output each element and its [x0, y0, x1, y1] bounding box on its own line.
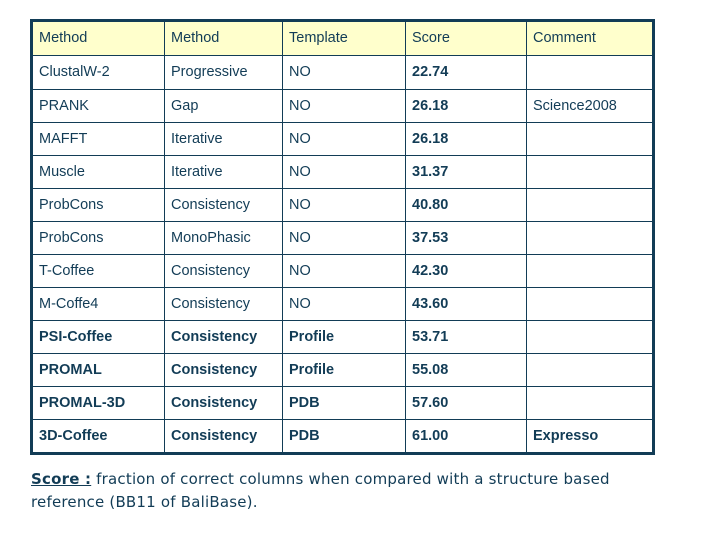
cell-method-type: Iterative: [164, 155, 283, 189]
cell-method-type: Consistency: [164, 320, 283, 354]
cell-template: NO: [282, 188, 406, 222]
cell-method-type: Consistency: [164, 287, 283, 321]
cell-score: 57.60: [405, 386, 527, 420]
cell-template: Profile: [282, 320, 406, 354]
cell-comment: [526, 320, 654, 354]
table-row: ProbCons Consistency NO 40.80: [31, 188, 654, 222]
cell-method-name: 3D-Coffee: [31, 419, 165, 454]
table-header: Method Method Template Score Comment: [31, 20, 654, 56]
cell-score: 22.74: [405, 55, 527, 90]
cell-template: PDB: [282, 386, 406, 420]
table-row: ProbCons MonoPhasic NO 37.53: [31, 221, 654, 255]
cell-method-name: PROMAL: [31, 353, 165, 387]
cell-method-type: Consistency: [164, 254, 283, 288]
cell-method-type: Consistency: [164, 188, 283, 222]
cell-method-type: Consistency: [164, 353, 283, 387]
table-row: 3D-Coffee Consistency PDB 61.00 Expresso: [31, 419, 654, 454]
column-header-method-type: Method: [164, 20, 283, 56]
cell-comment: [526, 386, 654, 420]
cell-comment: [526, 122, 654, 156]
column-header-method-name: Method: [31, 20, 165, 56]
cell-score: 40.80: [405, 188, 527, 222]
cell-template: NO: [282, 155, 406, 189]
cell-method-name: ProbCons: [31, 188, 165, 222]
cell-template: NO: [282, 89, 406, 123]
table-row: Muscle Iterative NO 31.37: [31, 155, 654, 189]
cell-template: Profile: [282, 353, 406, 387]
cell-score: 26.18: [405, 122, 527, 156]
cell-method-name: ProbCons: [31, 221, 165, 255]
cell-score: 37.53: [405, 221, 527, 255]
cell-comment: [526, 155, 654, 189]
cell-method-type: Consistency: [164, 419, 283, 454]
table-row: MAFFT Iterative NO 26.18: [31, 122, 654, 156]
cell-score: 31.37: [405, 155, 527, 189]
alignment-methods-table: Method Method Template Score Comment Clu…: [30, 19, 655, 455]
cell-template: NO: [282, 287, 406, 321]
cell-method-name: PROMAL-3D: [31, 386, 165, 420]
cell-score: 43.60: [405, 287, 527, 321]
cell-method-type: Progressive: [164, 55, 283, 90]
cell-method-type: Gap: [164, 89, 283, 123]
table-row: PROMAL-3D Consistency PDB 57.60: [31, 386, 654, 420]
cell-template: NO: [282, 221, 406, 255]
table-row: ClustalW-2 Progressive NO 22.74: [31, 55, 654, 90]
cell-template: NO: [282, 55, 406, 90]
cell-score: 42.30: [405, 254, 527, 288]
cell-comment: Expresso: [526, 419, 654, 454]
cell-template: NO: [282, 122, 406, 156]
cell-comment: [526, 55, 654, 90]
table-row: PROMAL Consistency Profile 55.08: [31, 353, 654, 387]
cell-comment: [526, 287, 654, 321]
column-header-template: Template: [282, 20, 406, 56]
table-row: PSI-Coffee Consistency Profile 53.71: [31, 320, 654, 354]
caption-score-term: Score :: [31, 470, 92, 488]
table-caption: Score : fraction of correct columns when…: [31, 468, 641, 514]
cell-comment: Science2008: [526, 89, 654, 123]
cell-method-type: MonoPhasic: [164, 221, 283, 255]
cell-score: 61.00: [405, 419, 527, 454]
cell-method-name: Muscle: [31, 155, 165, 189]
table-row: M-Coffe4 Consistency NO 43.60: [31, 287, 654, 321]
cell-method-name: T-Coffee: [31, 254, 165, 288]
table-body: ClustalW-2 Progressive NO 22.74 PRANK Gap NO 26…: [31, 55, 654, 454]
cell-template: PDB: [282, 419, 406, 454]
cell-score: 26.18: [405, 89, 527, 123]
slide-canvas: Method Method Template Score Comment Clu…: [0, 0, 720, 540]
cell-score: 53.71: [405, 320, 527, 354]
cell-method-type: Iterative: [164, 122, 283, 156]
cell-method-name: PRANK: [31, 89, 165, 123]
cell-method-name: MAFFT: [31, 122, 165, 156]
table-header-row: Method Method Template Score Comment: [31, 20, 654, 56]
cell-method-name: M-Coffe4: [31, 287, 165, 321]
cell-method-name: ClustalW-2: [31, 55, 165, 90]
column-header-score: Score: [405, 20, 527, 56]
table-row: T-Coffee Consistency NO 42.30: [31, 254, 654, 288]
column-header-comment: Comment: [526, 20, 654, 56]
cell-score: 55.08: [405, 353, 527, 387]
comparison-table-container: Method Method Template Score Comment Clu…: [30, 19, 655, 455]
cell-comment: [526, 254, 654, 288]
table-row: PRANK Gap NO 26.18 Science2008: [31, 89, 654, 123]
cell-method-name: PSI-Coffee: [31, 320, 165, 354]
cell-comment: [526, 221, 654, 255]
cell-template: NO: [282, 254, 406, 288]
cell-comment: [526, 353, 654, 387]
cell-comment: [526, 188, 654, 222]
caption-description: fraction of correct columns when compare…: [31, 470, 610, 511]
cell-method-type: Consistency: [164, 386, 283, 420]
